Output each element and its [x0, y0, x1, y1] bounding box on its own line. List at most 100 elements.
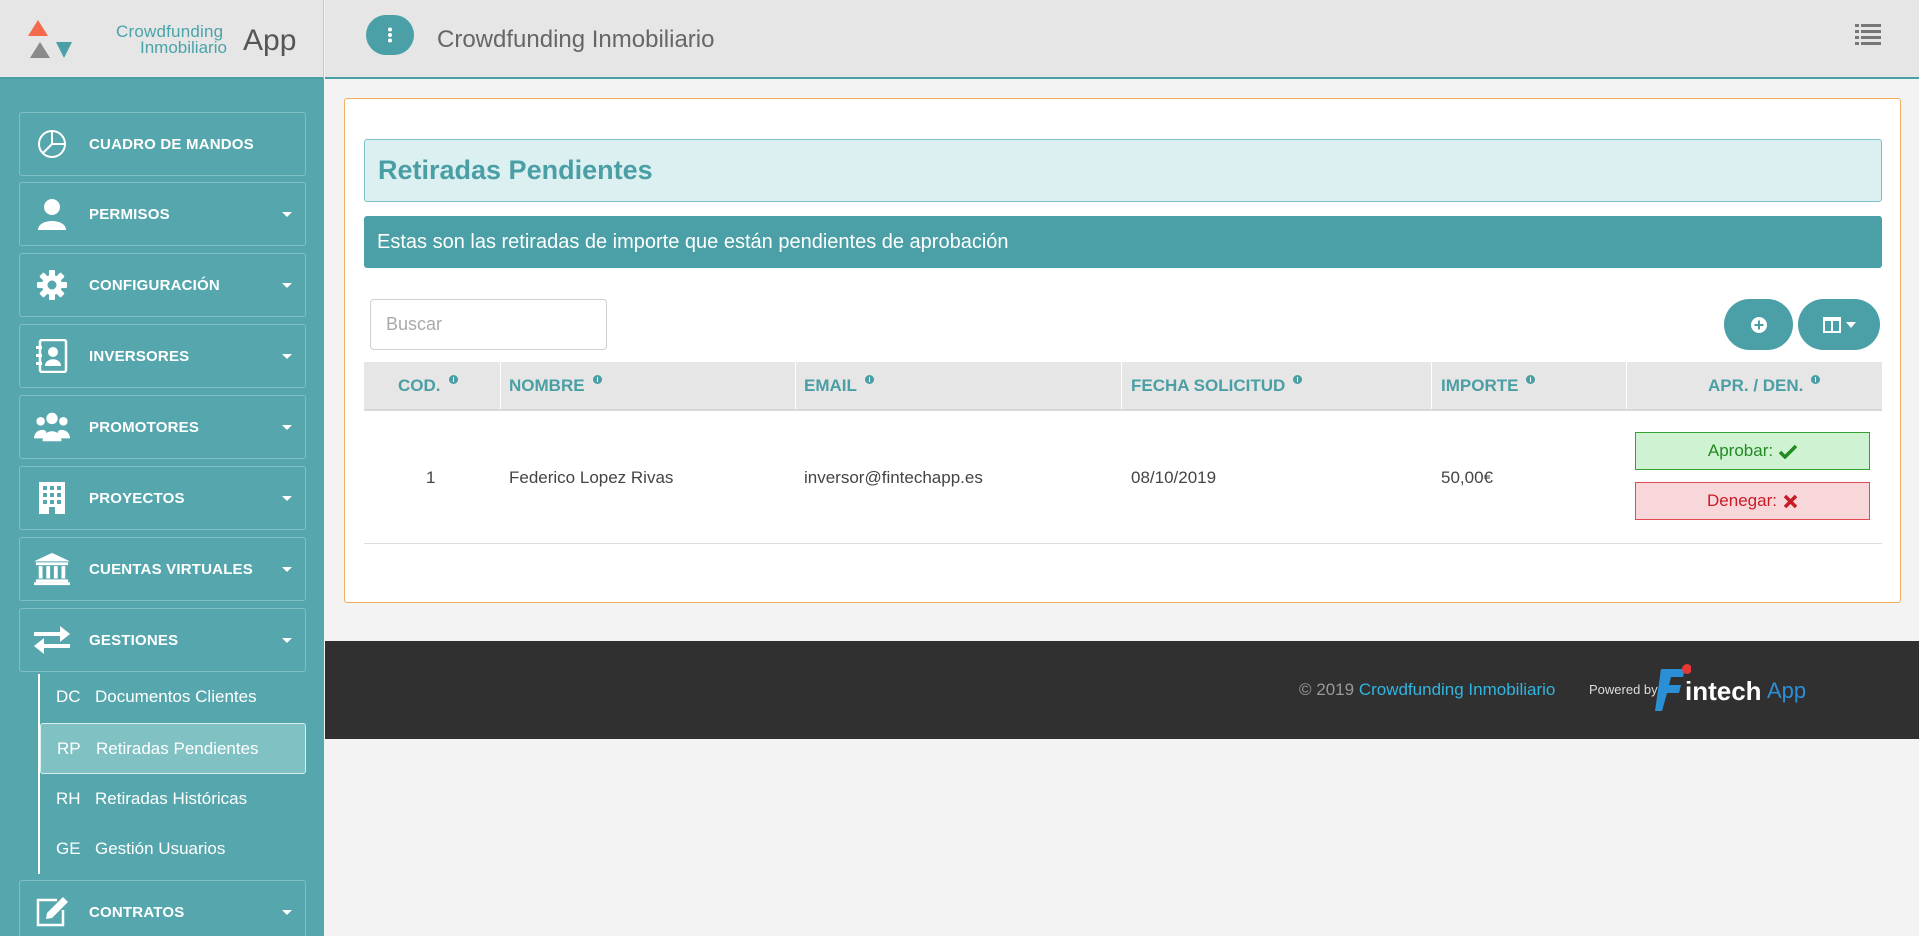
- columns-toggle-button[interactable]: [1798, 299, 1880, 350]
- sidebar-item-label: CONTRATOS: [89, 903, 185, 921]
- deny-label: Denegar:: [1707, 491, 1777, 510]
- column-separator: [1121, 362, 1122, 409]
- column-header-label: APR. / DEN.: [1708, 375, 1804, 395]
- dashboard-pie-icon: [34, 126, 70, 162]
- brand-logo-icon: [28, 20, 72, 58]
- info-icon: [864, 375, 874, 384]
- column-header-nombre[interactable]: NOMBRE: [509, 362, 602, 409]
- exchange-arrows-icon: [34, 622, 70, 658]
- chevron-down-icon: [282, 496, 292, 501]
- info-icon: [1526, 375, 1536, 384]
- sidebar-item-configuracion[interactable]: CONFIGURACIÓN: [19, 253, 306, 317]
- sidebar-item-label: CONFIGURACIÓN: [89, 276, 220, 294]
- fintech-logo-text: intech: [1685, 676, 1762, 706]
- topbar-title: Crowdfunding Inmobiliario: [437, 26, 715, 53]
- column-separator: [1431, 362, 1432, 409]
- info-icon: [1293, 375, 1303, 384]
- sidebar-item-proyectos[interactable]: PROYECTOS: [19, 466, 306, 530]
- cell-importe: 50,00€: [1441, 467, 1493, 487]
- check-icon: [1779, 444, 1798, 459]
- column-header-label: IMPORTE: [1441, 375, 1519, 395]
- deny-button[interactable]: Denegar:: [1635, 482, 1870, 520]
- fintech-logo-app: App: [1767, 678, 1807, 703]
- add-button[interactable]: [1724, 299, 1793, 350]
- approve-label: Aprobar:: [1707, 441, 1774, 460]
- submenu-item-retiradas-historicas[interactable]: RH Retiradas Históricas: [40, 775, 306, 823]
- sidebar-item-contratos[interactable]: CONTRATOS: [19, 880, 306, 936]
- sidebar-item-promotores[interactable]: PROMOTORES: [19, 395, 306, 459]
- plus-circle-icon: [1750, 316, 1767, 333]
- cell-nombre: Federico Lopez Rivas: [509, 467, 674, 487]
- sidebar: Crowdfunding Inmobiliario App CUADRO DE …: [0, 0, 324, 936]
- column-header-importe[interactable]: IMPORTE: [1441, 362, 1536, 409]
- submenu-label: Gestión Usuarios: [95, 839, 226, 858]
- building-icon: [34, 480, 70, 516]
- column-header-fecha-solicitud[interactable]: FECHA SOLICITUD: [1131, 362, 1303, 409]
- sidebar-item-label: CUENTAS VIRTUALES: [89, 560, 253, 578]
- sidebar-item-label: INVERSORES: [89, 347, 190, 365]
- main-panel: Retiradas Pendientes Estas son las retir…: [344, 98, 1901, 603]
- gear-icon: [34, 267, 70, 303]
- page-title: Retiradas Pendientes: [378, 155, 653, 185]
- chevron-down-icon: [282, 354, 292, 359]
- submenu-abbr: DC: [56, 687, 81, 706]
- columns-icon: [1822, 316, 1841, 333]
- close-icon: [1783, 494, 1798, 508]
- caret-down-icon: [1845, 321, 1856, 328]
- powered-by-label: Powered by: [1589, 682, 1658, 697]
- brand-name-line2: Inmobiliario: [140, 38, 227, 57]
- chevron-down-icon: [282, 910, 292, 915]
- submenu-label: Documentos Clientes: [95, 687, 257, 706]
- sidebar-item-permisos[interactable]: PERMISOS: [19, 182, 306, 246]
- column-separator: [500, 362, 501, 409]
- sidebar-item-cuentas-virtuales[interactable]: CUENTAS VIRTUALES: [19, 537, 306, 601]
- submenu-abbr: RH: [56, 789, 81, 808]
- column-header-label: EMAIL: [804, 375, 857, 395]
- search-input[interactable]: [370, 299, 607, 350]
- user-icon: [34, 196, 70, 232]
- column-header-apr-den[interactable]: APR. / DEN.: [1708, 362, 1821, 409]
- subtitle-bar: Estas son las retiradas de importe que e…: [364, 216, 1882, 268]
- users-group-icon: [34, 409, 70, 445]
- column-header-email[interactable]: EMAIL: [804, 362, 874, 409]
- info-icon: [592, 375, 602, 384]
- submenu-label: Retiradas Históricas: [95, 789, 248, 808]
- brand-header[interactable]: Crowdfunding Inmobiliario App: [0, 0, 324, 79]
- page-heading-box: Retiradas Pendientes: [364, 139, 1882, 202]
- sidebar-item-label: PROYECTOS: [89, 489, 185, 507]
- cell-fecha: 08/10/2019: [1131, 467, 1217, 487]
- cell-email: inversor@fintechapp.es: [804, 467, 983, 487]
- submenu-item-gestion-usuarios[interactable]: GE Gestión Usuarios: [40, 825, 306, 873]
- fintech-logo[interactable]: intech App: [1655, 663, 1815, 715]
- table-row: 1 Federico Lopez Rivas inversor@fintecha…: [364, 411, 1882, 544]
- approve-button[interactable]: Aprobar:: [1635, 432, 1870, 470]
- submenu-item-documentos-clientes[interactable]: DC Documentos Clientes: [40, 673, 306, 721]
- submenu-abbr: GE: [56, 839, 81, 858]
- column-header-label: COD.: [398, 375, 441, 395]
- submenu-item-retiradas-pendientes[interactable]: RP Retiradas Pendientes: [40, 723, 306, 774]
- chevron-down-icon: [282, 638, 292, 643]
- edit-icon: [34, 894, 70, 930]
- sidebar-item-inversores[interactable]: INVERSORES: [19, 324, 306, 388]
- footer: © 2019 Crowdfunding Inmobiliario Powered…: [325, 641, 1919, 739]
- submenu-abbr: RP: [57, 738, 81, 758]
- chevron-down-icon: [282, 567, 292, 572]
- footer-copyright: © 2019 Crowdfunding Inmobiliario: [1299, 680, 1555, 700]
- page-subtitle: Estas son las retiradas de importe que e…: [377, 231, 1009, 253]
- sidebar-item-cuadro-de-mandos[interactable]: CUADRO DE MANDOS: [19, 112, 306, 176]
- menu-toggle-button[interactable]: [366, 15, 414, 55]
- column-separator: [1626, 362, 1627, 409]
- copyright-text: © 2019: [1299, 680, 1355, 699]
- sidebar-item-gestiones[interactable]: GESTIONES: [19, 608, 306, 672]
- cell-cod: 1: [426, 467, 436, 487]
- footer-brand-link[interactable]: Crowdfunding Inmobiliario: [1359, 680, 1556, 699]
- info-icon: [1811, 375, 1821, 384]
- submenu-label: Retiradas Pendientes: [96, 738, 259, 758]
- column-header-label: NOMBRE: [509, 375, 585, 395]
- table-header: COD. NOMBRE EMAIL FECHA SOLICITUD IMPORT…: [364, 362, 1882, 411]
- chevron-down-icon: [282, 212, 292, 217]
- column-header-cod[interactable]: COD.: [398, 362, 458, 409]
- sidebar-item-label: CUADRO DE MANDOS: [89, 135, 254, 153]
- list-icon[interactable]: [1855, 23, 1881, 45]
- vertical-dots-icon: [388, 27, 392, 43]
